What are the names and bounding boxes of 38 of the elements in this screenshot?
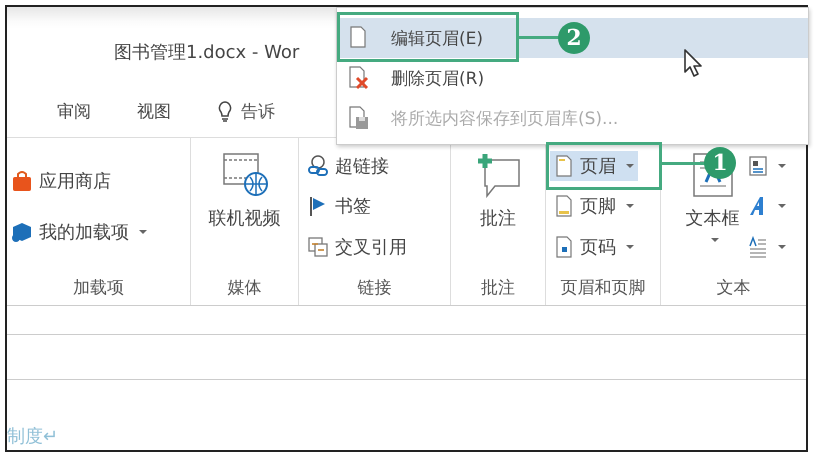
document-text: 制度↵ xyxy=(7,425,58,448)
ribbon-button[interactable]: 应用商店 xyxy=(7,166,151,196)
quick-parts-icon xyxy=(748,155,768,178)
page-number-icon xyxy=(554,236,574,258)
globe-chain-icon xyxy=(307,155,329,178)
save-page-icon xyxy=(347,106,369,130)
ribbon-button[interactable]: 页眉 xyxy=(550,151,638,182)
group-label: 媒体 xyxy=(226,276,262,300)
ribbon-button[interactable]: 联机视频 xyxy=(202,144,286,269)
group-label: 文本 xyxy=(716,276,752,300)
ribbon-tab[interactable]: 视图 xyxy=(137,98,171,124)
delete-page-icon xyxy=(347,66,369,90)
ribbon-button[interactable]: 我的加载项 xyxy=(7,216,151,247)
ribbon-button[interactable]: 页脚 xyxy=(550,191,638,222)
lightbulb-icon xyxy=(217,100,233,122)
page-icon xyxy=(554,195,574,218)
page-icon xyxy=(554,155,574,178)
group-label: 加载项 xyxy=(72,276,125,300)
ribbon-button[interactable]: 页码 xyxy=(550,232,638,262)
search-prompt[interactable]: 告诉 xyxy=(241,100,275,122)
group-label: 链接 xyxy=(356,276,392,300)
step-badge: 1 xyxy=(704,147,736,179)
drop-cap-icon xyxy=(748,236,768,258)
ribbon-tab[interactable]: 审阅 xyxy=(57,98,91,124)
group-label: 批注 xyxy=(480,276,516,300)
leader-line xyxy=(662,162,706,165)
ribbon-button[interactable]: 交叉引用 xyxy=(303,232,411,262)
ribbon-button[interactable]: 批注 xyxy=(467,144,529,269)
cross-reference-icon xyxy=(307,236,329,258)
leader-line xyxy=(519,36,559,39)
ribbon-button[interactable]: 书签 xyxy=(303,191,411,222)
group-label: 页眉和页脚 xyxy=(560,276,646,300)
window-title: 图书管理1.docx - Wor xyxy=(114,41,300,64)
menu-item[interactable]: 删除页眉(R) xyxy=(337,58,808,98)
cube-icon xyxy=(11,220,33,243)
ribbon-button[interactable]: 超链接 xyxy=(303,151,411,182)
page-icon xyxy=(348,26,368,50)
shopping-bag-icon xyxy=(11,170,33,192)
